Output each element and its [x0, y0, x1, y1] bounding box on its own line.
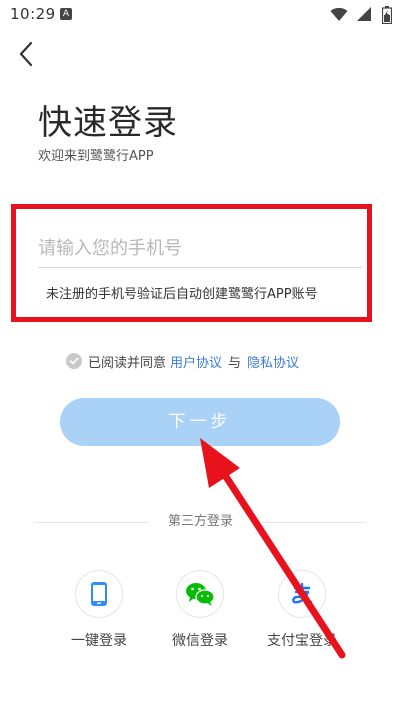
- battery-icon: [382, 6, 392, 24]
- user-agreement-link[interactable]: 用户协议: [170, 352, 222, 371]
- page-subtitle: 欢迎来到鹭鹭行APP: [38, 149, 154, 164]
- phone-icon: [91, 582, 107, 606]
- one-click-login-button[interactable]: 一键登录: [59, 570, 139, 651]
- check-icon: [69, 357, 79, 365]
- alipay-login-button[interactable]: 支付宝登录: [262, 570, 342, 651]
- a-letter-icon: A: [60, 8, 72, 20]
- divider-right: [252, 522, 366, 523]
- next-step-button[interactable]: 下一步: [60, 398, 340, 446]
- alipay-login-icon-wrap: [278, 570, 326, 618]
- annotation-highlight-box: [11, 204, 372, 322]
- one-click-login-icon-wrap: [75, 570, 123, 618]
- signal-icon: [357, 7, 371, 21]
- wechat-login-button[interactable]: 微信登录: [160, 570, 240, 651]
- agreement-prefix: 已阅读并同意: [88, 355, 167, 371]
- chevron-left-icon: [19, 41, 33, 67]
- agreement-connector: 与: [228, 355, 242, 371]
- agreement-row: 已阅读并同意 用户协议 与 隐私协议: [66, 351, 299, 371]
- wechat-login-label: 微信登录: [172, 633, 228, 649]
- agreement-checkbox[interactable]: [66, 353, 82, 369]
- privacy-agreement-link[interactable]: 隐私协议: [247, 352, 299, 371]
- third-party-title: 第三方登录: [167, 514, 233, 529]
- wechat-login-icon-wrap: [176, 570, 224, 618]
- alipay-login-label: 支付宝登录: [267, 633, 337, 649]
- wifi-icon: [330, 7, 348, 21]
- status-time: 10:29: [10, 5, 56, 23]
- divider-left: [34, 522, 149, 523]
- alipay-icon: [292, 582, 313, 604]
- back-button[interactable]: [10, 38, 42, 70]
- page-title: 快速登录: [38, 103, 178, 143]
- wechat-icon: [186, 583, 215, 606]
- status-bar: 10:29 A: [0, 0, 400, 30]
- one-click-login-label: 一键登录: [71, 633, 127, 649]
